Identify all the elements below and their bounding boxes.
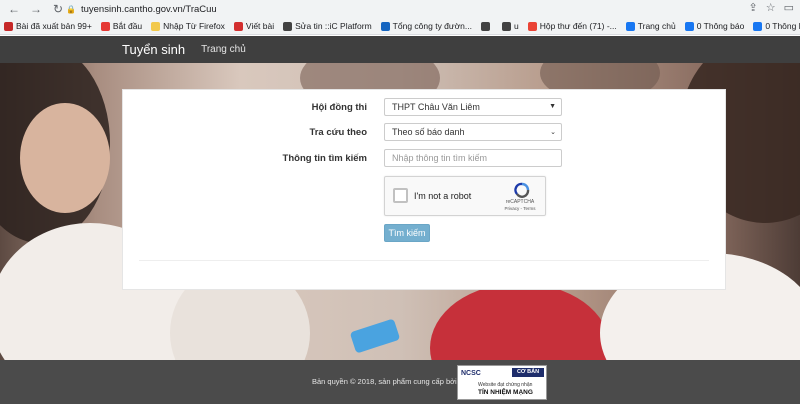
forward-icon[interactable]: → (28, 1, 44, 17)
bookmark-favicon-icon (684, 21, 694, 31)
bookmark-favicon-icon (527, 21, 537, 31)
bookmark-item[interactable]: Bắt đầu (100, 21, 143, 31)
star-icon[interactable]: ☆ (766, 1, 776, 14)
browser-toolbar: ← → ↻ 🔒 tuyensinh.cantho.gov.vn/TraCuu ⇪… (0, 0, 800, 18)
back-icon[interactable]: ← (6, 1, 22, 17)
bookmark-label: u (513, 21, 519, 31)
recaptcha-widget: I'm not a robot reCAPTCHA Privacy - Term… (384, 176, 546, 216)
bookmark-label: 0 Thông báo (765, 21, 800, 31)
search-placeholder: Nhập thông tin tìm kiếm (392, 153, 488, 163)
site-navbar: Tuyển sinh Trang chủ (0, 36, 800, 63)
lock-icon: 🔒 (66, 4, 76, 14)
recaptcha-logo-icon (514, 182, 530, 198)
reload-icon[interactable]: ↻ (50, 1, 66, 17)
bookmark-item[interactable] (480, 21, 493, 31)
council-label: Hội đồng thi (311, 102, 367, 113)
bookmark-favicon-icon (283, 21, 293, 31)
bookmark-label: Trang chủ (637, 21, 676, 31)
bookmark-label: Bắt đầu (112, 21, 143, 31)
ncsc-badge-main: TÍN NHIỆM MẠNG (478, 389, 533, 396)
bookmark-favicon-icon (233, 21, 243, 31)
ncsc-trust-badge[interactable]: NCSC CƠ BẢN Website đạt chứng nhận TÍN N… (457, 365, 547, 400)
bookmark-label: Viết bài (245, 21, 275, 31)
ncsc-badge-title: NCSC (461, 370, 481, 377)
chevron-down-icon: ⌄ (550, 129, 556, 136)
bookmark-label: Bài đã xuất bản 99+ (16, 21, 92, 31)
bookmark-favicon-icon (753, 21, 763, 31)
bookmark-label: Sửa tin ::iC Platform (295, 21, 372, 31)
footer: Bản quyền © 2018, sản phẩm cung cấp bởi … (0, 360, 800, 404)
bookmark-favicon-icon (480, 21, 490, 31)
window-icon[interactable]: ▭ (784, 1, 794, 14)
divider (139, 260, 709, 261)
copyright-text: Bản quyền © 2018, sản phẩm cung cấp bởi … (312, 377, 479, 386)
bookmark-item[interactable]: u (501, 21, 519, 31)
bookmark-favicon-icon (380, 21, 390, 31)
bookmark-item[interactable]: Tổng công ty đườn... (380, 21, 472, 31)
bookmark-item[interactable]: Trang chủ (625, 21, 676, 31)
bookmark-favicon-icon (100, 21, 110, 31)
bookmark-label: Nhập Từ Firefox (163, 21, 225, 31)
search-button[interactable]: Tìm kiếm (384, 224, 430, 242)
bookmark-item[interactable]: Viết bài (233, 21, 275, 31)
bookmark-item[interactable]: Sửa tin ::iC Platform (283, 21, 372, 31)
lookup-label: Tra cứu theo (309, 127, 367, 138)
council-select[interactable]: THPT Châu Văn Liêm ▼ (384, 98, 562, 116)
bookmark-item[interactable]: Bài đã xuất bản 99+ (4, 21, 92, 31)
recaptcha-brand: reCAPTCHA (505, 199, 535, 205)
bookmark-favicon-icon (4, 21, 13, 31)
council-selected-value: THPT Châu Văn Liêm (392, 102, 480, 112)
ncsc-badge-level: CƠ BẢN (512, 368, 544, 377)
bookmarks-bar: Bài đã xuất bản 99+ Bắt đầu Nhập Từ Firefo… (0, 18, 800, 35)
site-brand[interactable]: Tuyển sinh (122, 42, 185, 57)
share-icon[interactable]: ⇪ (749, 1, 758, 14)
lookup-selected-value: Theo số báo danh (392, 127, 465, 137)
search-input[interactable]: Nhập thông tin tìm kiếm (384, 149, 562, 167)
recaptcha-terms-link[interactable]: Privacy - Terms (500, 206, 540, 211)
bookmark-item[interactable]: Hộp thư đến (71) -... (527, 21, 617, 31)
search-info-label: Thông tin tìm kiếm (282, 153, 367, 164)
bookmark-favicon-icon (151, 21, 161, 31)
nav-home-link[interactable]: Trang chủ (201, 44, 246, 55)
dropdown-arrow-icon: ▼ (549, 103, 556, 110)
ncsc-badge-subtitle: Website đạt chứng nhận (478, 382, 533, 388)
bookmark-item[interactable]: 0 Thông báo (753, 21, 800, 31)
url-text: tuyensinh.cantho.gov.vn/TraCuu (80, 3, 217, 15)
bookmark-label: Tổng công ty đườn... (392, 21, 472, 31)
lookup-select[interactable]: Theo số báo danh ⌄ (384, 123, 562, 141)
bookmark-item[interactable]: 0 Thông báo (684, 21, 745, 31)
bookmark-label: 0 Thông báo (696, 21, 745, 31)
bookmark-favicon-icon (625, 21, 635, 31)
bookmark-favicon-icon (501, 21, 511, 31)
search-form-card: Hội đồng thi THPT Châu Văn Liêm ▼ Tra cứ… (122, 89, 726, 290)
address-bar[interactable]: 🔒 tuyensinh.cantho.gov.vn/TraCuu (66, 2, 746, 16)
bookmark-label: Hộp thư đến (71) -... (539, 21, 617, 31)
recaptcha-label: I'm not a robot (414, 191, 472, 201)
recaptcha-checkbox[interactable] (393, 188, 408, 203)
bookmark-item[interactable]: Nhập Từ Firefox (151, 21, 225, 31)
